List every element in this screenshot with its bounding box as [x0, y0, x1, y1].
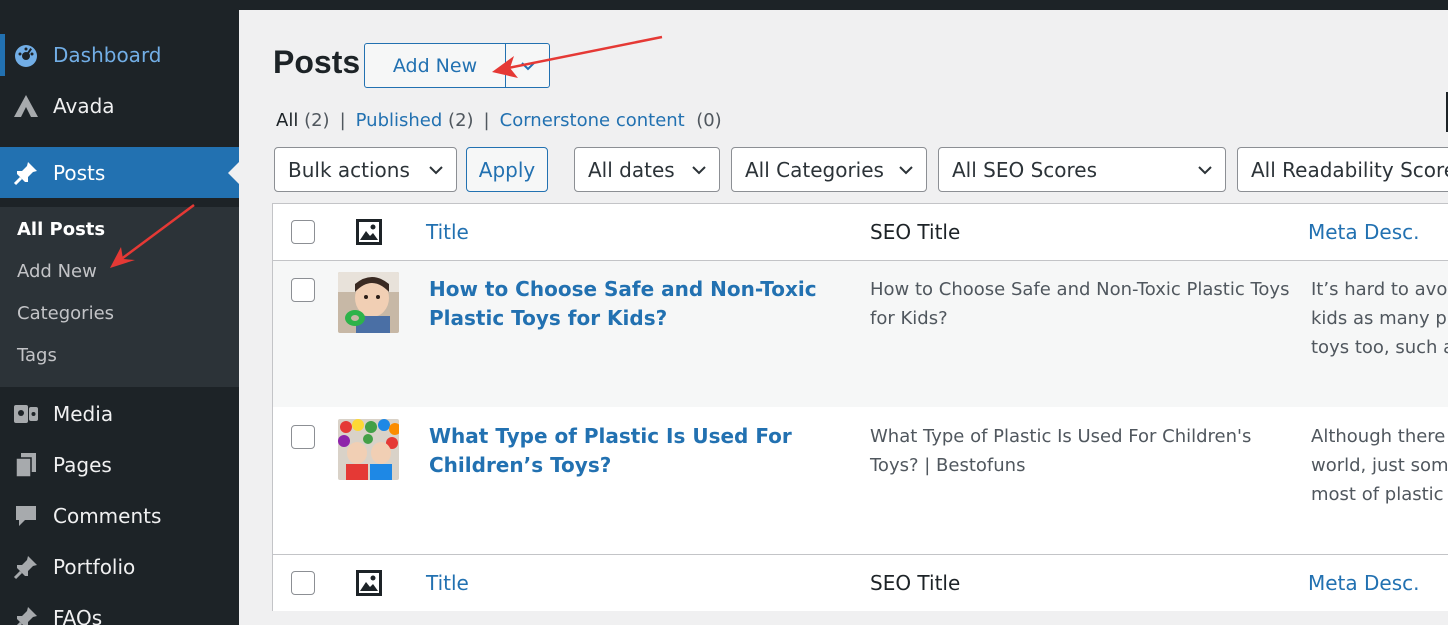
view-separator: | [339, 110, 346, 131]
sidebar-item-label: Comments [53, 504, 162, 528]
sidebar-item-posts[interactable]: Posts [0, 147, 239, 198]
chevron-down-icon [1198, 166, 1212, 175]
sidebar-item-dashboard[interactable]: Dashboard [0, 34, 239, 76]
date-filter-value: All dates [588, 157, 675, 182]
post-title-link[interactable]: How to Choose Safe and Non-Toxic Plastic… [429, 275, 849, 333]
pages-icon [12, 451, 40, 479]
select-all-checkbox[interactable] [291, 571, 315, 595]
column-title-header[interactable]: Title [426, 220, 469, 244]
submenu-all-posts[interactable]: All Posts [17, 219, 105, 240]
dashboard-icon [12, 41, 40, 69]
add-new-split-button[interactable]: Add New [364, 43, 550, 88]
pin-icon [12, 553, 40, 581]
sidebar-item-label: FAQs [53, 606, 103, 625]
table-row: How to Choose Safe and Non-Toxic Plastic… [273, 261, 1448, 407]
seo-score-filter-select[interactable]: All SEO Scores [938, 147, 1226, 192]
posts-submenu: All Posts Add New Categories Tags [0, 207, 239, 387]
column-seo-title-footer: SEO Title [870, 571, 961, 595]
post-status-filters: All (2) | Published (2) | Cornerstone co… [276, 110, 722, 131]
image-icon [355, 569, 383, 597]
table-header: Title SEO Title Meta Desc. [273, 204, 1448, 261]
admin-bar [0, 0, 1448, 10]
chevron-down-icon [429, 166, 443, 175]
sidebar-item-media[interactable]: Media [0, 393, 239, 435]
sidebar-item-label: Pages [53, 453, 112, 477]
post-thumbnail[interactable] [338, 419, 399, 480]
select-all-checkbox[interactable] [291, 220, 315, 244]
meta-desc-text: Although there a world, just some most o… [1311, 422, 1448, 509]
admin-sidebar: Dashboard Avada Posts All Posts Add New … [0, 10, 239, 625]
meta-desc-text: It’s hard to avoid kids as many pu toys … [1311, 275, 1448, 362]
readability-filter-value: All Readability Scores [1251, 157, 1448, 182]
category-filter-value: All Categories [745, 157, 884, 182]
page-title: Posts [273, 44, 361, 80]
view-published-link[interactable]: Published [356, 110, 443, 131]
sidebar-item-label: Media [53, 402, 114, 426]
posts-table: Title SEO Title Meta Desc. How to Choose… [272, 203, 1448, 611]
column-seo-title-header: SEO Title [870, 220, 961, 244]
date-filter-select[interactable]: All dates [574, 147, 720, 192]
seo-title-text: What Type of Plastic Is Used For Childre… [870, 426, 1252, 476]
chevron-down-icon [692, 166, 706, 175]
pin-icon [12, 604, 40, 625]
sidebar-item-avada[interactable]: Avada [0, 85, 239, 127]
category-filter-select[interactable]: All Categories [731, 147, 927, 192]
seo-title-text: How to Choose Safe and Non-Toxic Plastic… [870, 279, 1290, 329]
column-meta-desc-header[interactable]: Meta Desc. [1308, 220, 1420, 244]
meta-desc-line: It’s hard to avoid [1311, 279, 1448, 300]
meta-desc-line: kids as many pu [1311, 308, 1448, 329]
post-title-link[interactable]: What Type of Plastic Is Used For Childre… [429, 422, 849, 480]
sidebar-item-label: Avada [53, 94, 115, 118]
sidebar-item-portfolio[interactable]: Portfolio [0, 546, 239, 588]
view-published-count: (2) [448, 110, 474, 131]
readability-filter-select[interactable]: All Readability Scores [1237, 147, 1448, 192]
submenu-add-new[interactable]: Add New [17, 261, 97, 282]
media-icon [12, 400, 40, 428]
submenu-categories[interactable]: Categories [17, 303, 114, 324]
row-checkbox[interactable] [291, 278, 315, 302]
sidebar-item-label: Posts [53, 160, 106, 185]
view-separator: | [483, 110, 490, 131]
meta-desc-line: toys too, such as [1311, 337, 1448, 358]
column-meta-desc-footer[interactable]: Meta Desc. [1308, 571, 1420, 595]
comments-icon [12, 502, 40, 530]
bulk-actions-select[interactable]: Bulk actions [274, 147, 457, 192]
seo-score-filter-value: All SEO Scores [952, 157, 1098, 182]
image-icon [355, 218, 383, 246]
sidebar-item-label: Dashboard [53, 43, 162, 67]
sidebar-item-pages[interactable]: Pages [0, 444, 239, 486]
chevron-down-icon [899, 166, 913, 175]
add-new-button[interactable]: Add New [365, 44, 506, 87]
pin-icon [12, 159, 40, 187]
view-all-link[interactable]: All [276, 110, 298, 131]
submenu-tags[interactable]: Tags [17, 345, 57, 366]
table-footer: Title SEO Title Meta Desc. [273, 554, 1448, 611]
post-thumbnail[interactable] [338, 272, 399, 333]
chevron-down-icon [520, 61, 535, 70]
sidebar-item-label: Portfolio [53, 555, 136, 579]
current-menu-arrow [228, 161, 239, 184]
bulk-actions-value: Bulk actions [288, 157, 410, 182]
sidebar-item-comments[interactable]: Comments [0, 495, 239, 537]
column-title-footer[interactable]: Title [426, 571, 469, 595]
meta-desc-line: world, just some [1311, 455, 1448, 476]
view-cornerstone-link[interactable]: Cornerstone content [500, 110, 685, 131]
avada-icon [12, 92, 40, 120]
row-checkbox[interactable] [291, 425, 315, 449]
view-cornerstone-count: (0) [696, 110, 722, 131]
meta-desc-line: Although there a [1311, 426, 1448, 447]
table-row: What Type of Plastic Is Used For Childre… [273, 408, 1448, 554]
add-new-dropdown-toggle[interactable] [506, 44, 549, 87]
sidebar-item-faqs[interactable]: FAQs [0, 597, 239, 625]
apply-button[interactable]: Apply [466, 147, 548, 192]
meta-desc-line: most of plastic t [1311, 484, 1448, 505]
view-all-count: (2) [304, 110, 330, 131]
